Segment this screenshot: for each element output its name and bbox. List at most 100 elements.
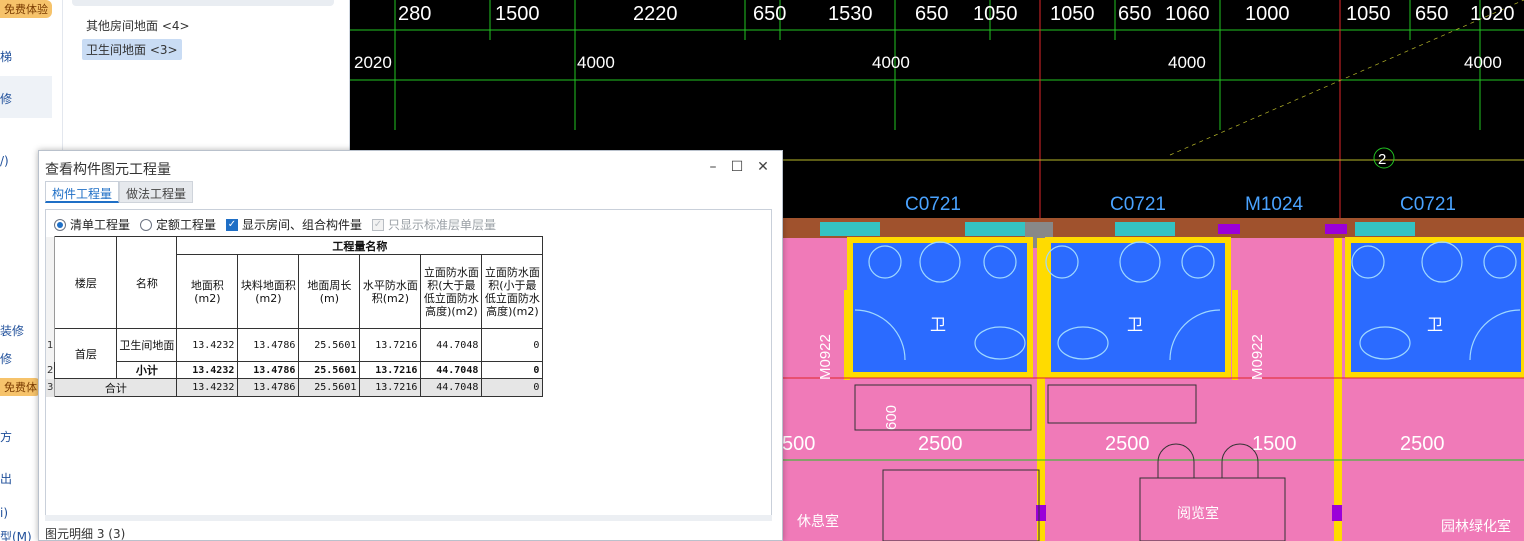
component-tree-panel: 其他房间地面 <4> 卫生间地面 <3>	[52, 0, 350, 150]
nav-item[interactable]: 型(M)	[0, 528, 32, 541]
tab-component-quantity[interactable]: 构件工程量	[45, 181, 120, 203]
option-label: 只显示标准层单层量	[388, 218, 497, 232]
table-row[interactable]: 1 首层 卫生间地面 13.4232 13.4786 25.5601 13.72…	[46, 328, 544, 379]
door-label: M0922	[817, 334, 834, 380]
axis-spacing-label: 2020	[354, 53, 392, 72]
quantity-table: 楼层 名称 工程量名称 地面积(m2) 块料地面积(m2) 地面周长(m) 水平…	[46, 236, 544, 397]
view-quantity-dialog: 查看构件图元工程量 – ☐ ✕ 构件工程量 做法工程量 清单工程量 定额工程量 …	[38, 150, 783, 541]
tree-item-other-floor[interactable]: 其他房间地面 <4>	[82, 15, 194, 36]
dimension-label: 1530	[828, 3, 873, 25]
axis-bubble-label: 2	[1378, 151, 1386, 168]
col-header: 地面积(m2)	[176, 254, 239, 329]
row-number: 2	[46, 361, 56, 379]
cell-value: 13.7216	[359, 361, 422, 379]
room-dimension-label: 1500	[1252, 433, 1297, 455]
col-header: 水平防水面积(m2)	[359, 254, 422, 329]
option-qingdan[interactable]: 清单工程量	[54, 216, 130, 233]
room-name-label: 园林绿化室	[1441, 518, 1511, 534]
free-trial-badge[interactable]: 免费体	[0, 378, 41, 396]
room-dimension-label: 2500	[1105, 433, 1150, 455]
tree-divider	[62, 0, 63, 150]
option-dinge[interactable]: 定额工程量	[140, 216, 216, 233]
cell-floor: 首层	[54, 328, 118, 379]
checkbox-checked-icon[interactable]: ✓	[226, 218, 238, 231]
cell-name: 小计	[116, 361, 178, 379]
option-label: 定额工程量	[156, 218, 217, 232]
svg-text:卫: 卫	[1427, 317, 1443, 334]
cell-value: 25.5601	[298, 361, 361, 379]
radio-selected-icon[interactable]	[54, 218, 66, 231]
minimize-button[interactable]: –	[703, 157, 723, 177]
door-label: M0922	[1249, 334, 1266, 380]
cell-value: 44.7048	[420, 378, 483, 397]
option-show-room[interactable]: ✓ 显示房间、组合构件量	[226, 216, 362, 233]
dialog-title: 查看构件图元工程量	[45, 162, 171, 178]
dimension-label: 2220	[633, 3, 678, 25]
tree-scroll-top	[72, 0, 334, 6]
checkbox-disabled-icon: ✓	[372, 218, 384, 231]
axis-spacing-label: 4000	[872, 53, 910, 72]
room-name-label: 休息室	[797, 513, 839, 529]
free-trial-badge[interactable]: 免费体验	[0, 0, 52, 18]
maximize-button[interactable]: ☐	[727, 157, 747, 177]
window-door-label: M1024	[1245, 194, 1304, 215]
row-number: 1	[46, 328, 56, 362]
dimension-label: 1050	[1346, 3, 1391, 25]
nav-item[interactable]: /)	[0, 154, 9, 168]
table-row[interactable]: 2 小计 13.4232 13.4786 25.5601 13.7216 44.…	[46, 361, 544, 379]
nav-item[interactable]: i)	[0, 506, 8, 520]
col-floor-header: 楼层	[54, 236, 118, 329]
option-label: 显示房间、组合构件量	[242, 218, 363, 232]
nav-item[interactable]: 修	[0, 90, 12, 107]
tree-item-bathroom-floor[interactable]: 卫生间地面 <3>	[82, 39, 182, 60]
room-dimension-label: 500	[782, 433, 815, 455]
cell-value: 13.7216	[359, 328, 422, 362]
nav-item[interactable]: 装修	[0, 322, 24, 339]
horizontal-scrollbar[interactable]	[45, 515, 772, 521]
dimension-label: 1500	[495, 3, 540, 25]
room-name-label: 阅览室	[1177, 505, 1219, 521]
cell-value: 44.7048	[420, 361, 483, 379]
dimension-label: 1050	[1050, 3, 1095, 25]
radio-icon[interactable]	[140, 218, 152, 231]
cell-value: 13.4786	[237, 361, 300, 379]
cell-value: 25.5601	[298, 378, 361, 397]
cell-value: 25.5601	[298, 328, 361, 362]
cell-value: 44.7048	[420, 328, 483, 362]
window-door-label: C0721	[905, 194, 961, 215]
nav-item[interactable]: 方	[0, 428, 12, 445]
axis-spacing-label: 4000	[1168, 53, 1206, 72]
cell-value: 13.4786	[237, 328, 300, 362]
dimension-label: 650	[753, 3, 786, 25]
dialog-body: 清单工程量 定额工程量 ✓ 显示房间、组合构件量 ✓ 只显示标准层单层量 楼层 …	[45, 209, 772, 519]
cell-total-label: 合计	[54, 378, 178, 397]
svg-text:卫: 卫	[930, 317, 946, 334]
table-total-row[interactable]: 3 合计 13.4232 13.4786 25.5601 13.7216 44.…	[46, 378, 544, 397]
col-header: 块料地面积(m2)	[237, 254, 300, 329]
option-label: 清单工程量	[70, 218, 131, 232]
door-label: 600	[883, 405, 900, 430]
nav-item[interactable]: 修	[0, 350, 12, 367]
element-detail-label: 图元明细 3 (3)	[45, 527, 126, 541]
dimension-label: 650	[1415, 3, 1448, 25]
dimension-label: 1060	[1165, 3, 1210, 25]
axis-spacing-label: 4000	[577, 53, 615, 72]
row-header-corner	[46, 236, 56, 329]
group-header: 工程量名称	[176, 236, 544, 255]
dimension-label: 650	[915, 3, 948, 25]
col-header: 地面周长(m)	[298, 254, 361, 329]
dimension-label: 1050	[973, 3, 1018, 25]
cell-value: 0	[481, 361, 544, 379]
app-window: 免费体验 梯 修 /) 装修 修 免费体 方 出 i) 型(M) 其他房间地面 …	[0, 0, 1524, 541]
cell-name: 卫生间地面	[116, 328, 178, 362]
window-door-label: C0721	[1400, 194, 1456, 215]
row-number: 3	[46, 378, 56, 397]
close-button[interactable]: ✕	[753, 157, 773, 177]
cell-value: 0	[481, 328, 544, 362]
cell-value: 13.7216	[359, 378, 422, 397]
nav-item[interactable]: 梯	[0, 48, 12, 65]
option-only-standard: ✓ 只显示标准层单层量	[372, 216, 496, 233]
cell-value: 0	[481, 378, 544, 397]
tab-method-quantity[interactable]: 做法工程量	[119, 181, 194, 203]
nav-item[interactable]: 出	[0, 470, 12, 487]
